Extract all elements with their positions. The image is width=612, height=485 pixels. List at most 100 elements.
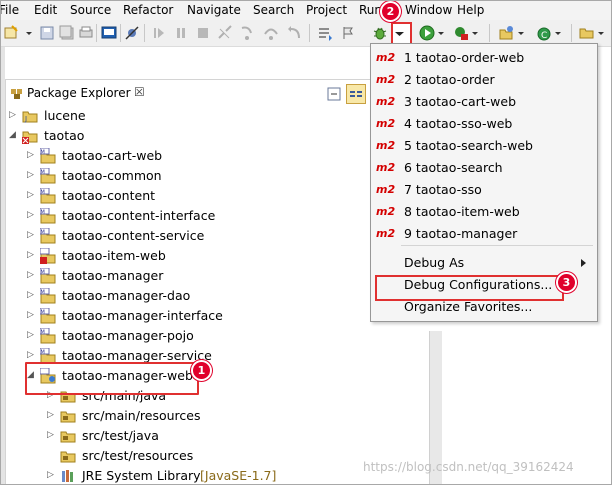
menu-item-label: Debug As (404, 255, 465, 270)
expand-toggle-icon[interactable]: ▷ (27, 250, 37, 260)
expand-toggle-icon[interactable]: ▷ (27, 190, 37, 200)
menu-item-label: 4 taotao-sso-web (404, 116, 513, 131)
menu-item-recent-launch[interactable]: m2 7 taotao-sso (371, 179, 597, 201)
project-icon: M (39, 227, 56, 244)
menu-edit[interactable]: Edit (34, 3, 57, 17)
project-icon (22, 128, 38, 144)
menu-refactor[interactable]: Refactor (123, 3, 173, 17)
project-icon (39, 247, 56, 264)
package-explorer-icon (10, 86, 24, 100)
menu-item-recent-launch[interactable]: m2 1 taotao-order-web (371, 47, 597, 69)
tree-item-label: taotao-common (62, 168, 162, 183)
new-class-icon[interactable]: C (536, 25, 552, 41)
expand-toggle-icon[interactable]: ▷ (27, 230, 37, 240)
menu-item-recent-launch[interactable]: m2 2 taotao-order (371, 69, 597, 91)
chevron-down-icon[interactable] (554, 25, 562, 41)
run-icon[interactable] (419, 25, 435, 41)
skip-breakpoints-icon[interactable] (124, 25, 140, 41)
chevron-down-icon[interactable] (437, 25, 445, 41)
expand-toggle-icon[interactable]: ▷ (47, 470, 57, 480)
expand-toggle-icon[interactable]: ▷ (27, 330, 37, 340)
expand-toggle-icon[interactable]: ▷ (9, 110, 19, 120)
tree-item-suffix: [JavaSE-1.7] (200, 468, 277, 483)
resume-icon[interactable] (151, 25, 167, 41)
link-with-editor-icon[interactable] (346, 84, 366, 104)
expand-toggle-icon[interactable]: ▷ (27, 350, 37, 360)
open-folder-icon[interactable] (579, 25, 595, 41)
debug-configurations-highlight (375, 275, 564, 301)
print-icon[interactable] (78, 25, 94, 41)
close-icon[interactable]: ☒ (134, 85, 145, 99)
chevron-down-icon[interactable] (471, 25, 479, 41)
step-into-icon[interactable] (239, 25, 255, 41)
tree-item-label: taotao-manager-pojo (62, 328, 194, 343)
menu-navigate[interactable]: Navigate (187, 3, 241, 17)
expand-toggle-icon[interactable]: ◢ (9, 130, 19, 140)
menu-search[interactable]: Search (253, 3, 294, 17)
menu-item-recent-launch[interactable]: m2 9 taotao-manager (371, 223, 597, 245)
suspend-icon[interactable] (173, 25, 189, 41)
tree-item-label: src/test/resources (82, 448, 194, 463)
menu-item-debug-as[interactable]: Debug As (371, 252, 597, 274)
disconnect-icon[interactable] (217, 25, 233, 41)
expand-toggle-icon[interactable]: ▷ (27, 150, 37, 160)
menu-help[interactable]: Help (457, 3, 484, 17)
chevron-down-icon[interactable] (517, 25, 525, 41)
expand-toggle-icon[interactable]: ▷ (47, 430, 57, 440)
menu-item-label: 9 taotao-manager (404, 226, 518, 241)
menu-item-recent-launch[interactable]: m2 6 taotao-search (371, 157, 597, 179)
project-icon: J (22, 108, 38, 124)
menu-item-recent-launch[interactable]: m2 4 taotao-sso-web (371, 113, 597, 135)
new-icon[interactable] (3, 25, 19, 41)
svg-text:M: M (41, 310, 45, 316)
svg-text:J: J (24, 115, 27, 123)
tree-item-label: taotao-manager-dao (62, 288, 191, 303)
submenu-arrow-icon (581, 259, 586, 267)
expand-toggle-icon[interactable]: ▷ (27, 270, 37, 280)
expand-toggle-icon[interactable]: ▷ (27, 170, 37, 180)
save-all-icon[interactable] (59, 25, 75, 41)
menu-item-label: 7 taotao-sso (404, 182, 482, 197)
expand-toggle-icon[interactable]: ▷ (47, 410, 57, 420)
maven-m2-icon: m2 (376, 139, 396, 152)
svg-text:M: M (41, 270, 45, 276)
menu-item-label: 2 taotao-order (404, 72, 495, 87)
chevron-down-icon[interactable] (25, 25, 33, 41)
maven-m2-icon: m2 (376, 161, 396, 174)
tree-item-label: taotao-manager-interface (62, 308, 223, 323)
console-icon[interactable] (101, 25, 117, 41)
terminate-icon[interactable] (195, 25, 211, 41)
maven-m2-icon: m2 (376, 205, 396, 218)
chevron-down-icon[interactable] (597, 25, 605, 41)
step-over-icon[interactable] (263, 25, 279, 41)
collapse-all-icon[interactable] (324, 84, 344, 104)
expand-toggle-icon[interactable]: ▷ (27, 210, 37, 220)
external-tools-icon[interactable] (453, 25, 469, 41)
svg-text:M: M (41, 150, 45, 156)
menu-project[interactable]: Project (306, 3, 347, 17)
menu-file[interactable]: File (1, 3, 19, 17)
expand-toggle-icon[interactable]: ▷ (27, 290, 37, 300)
open-type-icon[interactable] (317, 25, 333, 41)
menu-item-recent-launch[interactable]: m2 5 taotao-search-web (371, 135, 597, 157)
task-icon[interactable] (341, 25, 357, 41)
step-return-icon[interactable] (287, 25, 303, 41)
menu-item-recent-launch[interactable]: m2 3 taotao-cart-web (371, 91, 597, 113)
library-icon (60, 468, 76, 484)
source-folder-icon (60, 408, 76, 424)
package-explorer-title[interactable]: Package Explorer (27, 86, 131, 100)
menu-run[interactable]: Run (359, 3, 382, 17)
new-java-project-icon[interactable] (498, 25, 514, 41)
toolbar-separator (489, 24, 490, 42)
annotation-badge: 3 (556, 272, 577, 293)
maven-m2-icon: m2 (376, 73, 396, 86)
svg-text:C: C (541, 31, 547, 41)
debug-bug-icon[interactable] (372, 25, 388, 41)
svg-text:M: M (41, 350, 45, 356)
menu-item-recent-launch[interactable]: m2 8 taotao-item-web (371, 201, 597, 223)
expand-toggle-icon[interactable]: ▷ (27, 310, 37, 320)
save-icon[interactable] (39, 25, 55, 41)
menu-window[interactable]: Window (405, 3, 452, 17)
package-explorer-header: Package Explorer ☒ (5, 79, 372, 106)
menu-source[interactable]: Source (70, 3, 111, 17)
